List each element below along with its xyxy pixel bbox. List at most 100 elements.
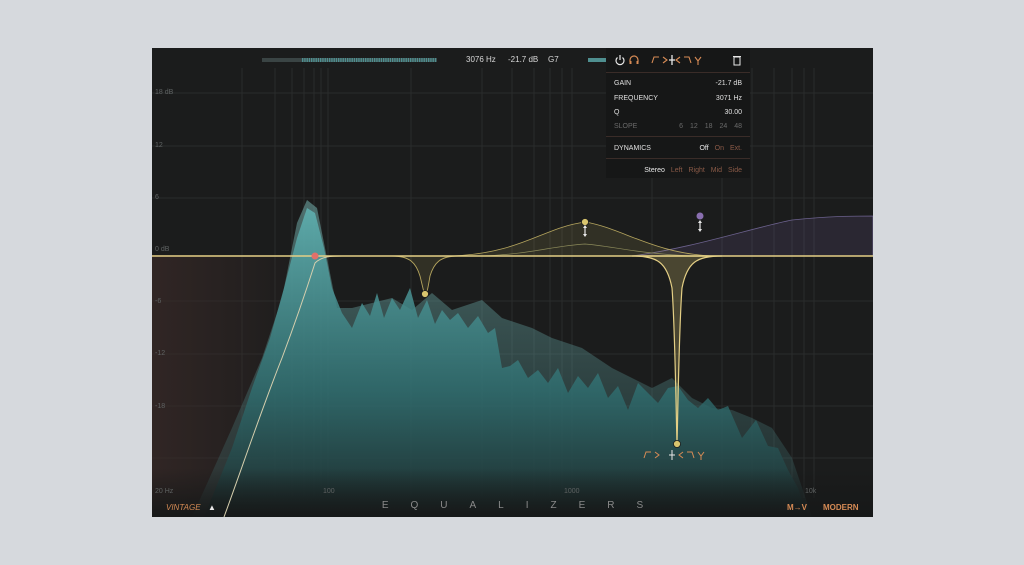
meter-segment — [336, 58, 337, 62]
meter-segment — [403, 58, 404, 62]
frequency-value[interactable]: 3071 Hz — [716, 95, 742, 102]
slope-24[interactable]: 24 — [719, 123, 727, 130]
stereo-side[interactable]: Side — [728, 167, 742, 174]
q-value[interactable]: 30.00 — [724, 109, 742, 116]
dynamics-arrow-icon[interactable] — [698, 220, 702, 232]
slope-48[interactable]: 48 — [734, 123, 742, 130]
meter-segment — [358, 58, 359, 62]
meter-segment — [325, 58, 326, 62]
meter-segment — [313, 58, 314, 62]
meter-segment — [374, 58, 375, 62]
panel-divider — [606, 158, 750, 159]
meter-segment — [430, 58, 431, 62]
y-label-m6: -6 — [155, 298, 161, 305]
meter-segment — [345, 58, 346, 62]
meter-segment — [334, 58, 335, 62]
meter-segment — [406, 58, 407, 62]
x-label-20hz: 20 Hz — [155, 488, 173, 495]
y-label-m12: -12 — [155, 350, 165, 357]
dynamics-ext[interactable]: Ext. — [730, 145, 742, 152]
meter-segment — [331, 58, 332, 62]
gain-value[interactable]: -21.7 dB — [716, 80, 742, 87]
dynamics-options: Off On Ext. — [699, 145, 742, 152]
band-handle-lowcut[interactable] — [312, 253, 319, 260]
meter-segment — [365, 58, 366, 62]
panel-divider — [606, 136, 750, 137]
x-label-100: 100 — [323, 488, 335, 495]
y-label-0: 0 dB — [155, 246, 169, 253]
meter-segment — [354, 58, 355, 62]
readout-note: G7 — [548, 55, 559, 64]
x-label-10k: 10k — [805, 488, 816, 495]
power-icon[interactable] — [614, 54, 626, 66]
band-handle-selected[interactable] — [674, 441, 681, 448]
meter-segment — [361, 58, 362, 62]
meter-segment — [399, 58, 400, 62]
meter-segment — [329, 58, 330, 62]
band-handle-notch[interactable] — [422, 291, 429, 298]
meter-segment — [376, 58, 377, 62]
q-row[interactable]: Q 30.00 — [614, 109, 742, 116]
meter-segment — [363, 58, 364, 62]
meter-segment — [343, 58, 344, 62]
meter-segment — [316, 58, 317, 62]
stereo-mid[interactable]: Mid — [711, 167, 722, 174]
y-label-18: 18 dB — [155, 89, 173, 96]
meter-segment — [307, 58, 308, 62]
meter-segment — [356, 58, 357, 62]
meter-segment — [381, 58, 382, 62]
x-label-1000: 1000 — [564, 488, 580, 495]
plugin-title: EQUALIZERS — [152, 500, 873, 511]
meter-segment — [327, 58, 328, 62]
meter-segment — [433, 58, 434, 62]
meter-segment — [390, 58, 391, 62]
meter-segment — [392, 58, 393, 62]
dynamics-row: DYNAMICS Off On Ext. — [614, 145, 742, 152]
band-handle-shelf[interactable] — [697, 213, 704, 220]
meter-segment — [385, 58, 386, 62]
meter-segment — [370, 58, 371, 62]
band-type-icons[interactable] — [650, 54, 722, 66]
meter-segment — [318, 58, 319, 62]
headphones-icon[interactable] — [628, 54, 640, 66]
meter-segment — [428, 58, 429, 62]
frequency-label: FREQUENCY — [614, 95, 658, 102]
meter-segment — [352, 58, 353, 62]
meter-segment — [426, 58, 427, 62]
slope-6[interactable]: 6 — [679, 123, 683, 130]
stereo-row: Stereo Left Right Mid Side — [644, 167, 742, 174]
frequency-row[interactable]: FREQUENCY 3071 Hz — [614, 95, 742, 102]
readout-frequency: 3076 Hz — [466, 55, 496, 64]
readout-gain: -21.7 dB — [508, 55, 538, 64]
stereo-label[interactable]: Stereo — [644, 167, 665, 174]
modern-mode-button[interactable]: MODERN — [823, 503, 859, 512]
mv-button[interactable]: M→V — [787, 503, 807, 512]
slope-label: SLOPE — [614, 123, 637, 130]
q-label: Q — [614, 109, 619, 116]
bell-boost-curve — [452, 222, 712, 256]
meter-segment — [320, 58, 321, 62]
level-meter-right — [588, 57, 608, 63]
y-label-12: 12 — [155, 142, 163, 149]
meter-segment — [435, 58, 436, 62]
meter-segment — [408, 58, 409, 62]
gain-row[interactable]: GAIN -21.7 dB — [614, 80, 742, 87]
stereo-left[interactable]: Left — [671, 167, 683, 174]
stereo-right[interactable]: Right — [688, 167, 704, 174]
slope-18[interactable]: 18 — [705, 123, 713, 130]
slope-12[interactable]: 12 — [690, 123, 698, 130]
band-handle-bell[interactable] — [582, 219, 589, 226]
eq-display[interactable] — [152, 48, 873, 517]
dynamics-on[interactable]: On — [715, 145, 724, 152]
meter-segment — [322, 58, 323, 62]
meter-segment — [379, 58, 380, 62]
panel-divider — [606, 72, 750, 73]
meter-segment — [424, 58, 425, 62]
meter-segment — [367, 58, 368, 62]
eq-plugin-window: 18 dB 12 6 0 dB -6 -12 -18 20 Hz 100 100… — [152, 48, 873, 517]
dynamics-label: DYNAMICS — [614, 145, 651, 152]
dynamics-off[interactable]: Off — [699, 145, 708, 152]
meter-segment — [302, 58, 303, 62]
y-label-m18: -18 — [155, 403, 165, 410]
trash-icon[interactable] — [732, 54, 742, 66]
